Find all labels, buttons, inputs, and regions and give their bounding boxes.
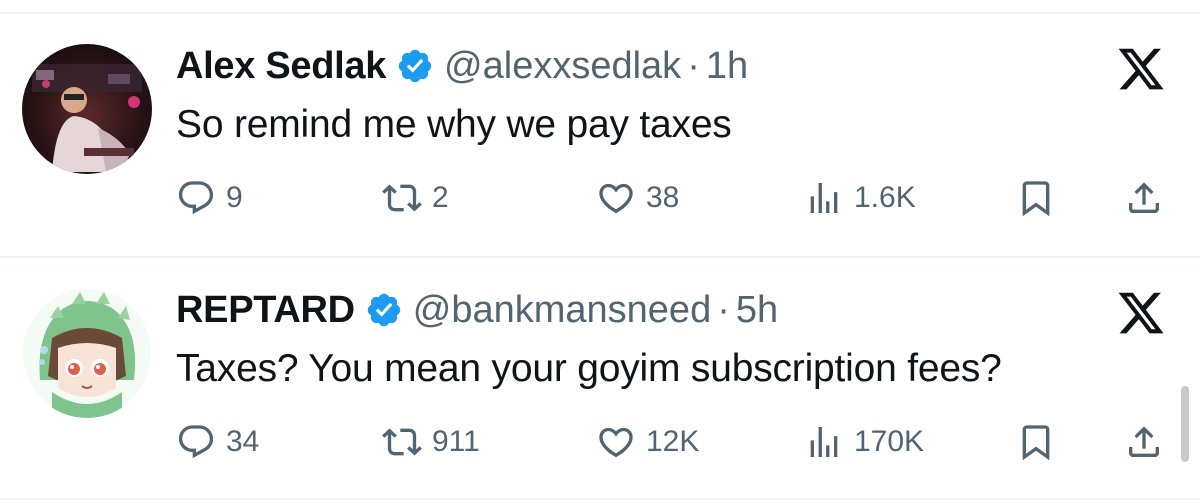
repost-icon	[382, 428, 422, 456]
tweet-actions: 9 2 38 1.6K	[176, 176, 1176, 220]
share-icon	[1129, 182, 1159, 213]
tweet-header: Alex Sedlak @alexxsedlak · 1h	[176, 44, 748, 88]
bookmark-button[interactable]	[1016, 176, 1056, 220]
reply-button[interactable]: 34	[176, 420, 259, 464]
view-count: 1.6K	[854, 181, 916, 214]
views-button[interactable]: 170K	[804, 420, 924, 464]
x-logo-icon	[1116, 288, 1166, 338]
display-name[interactable]: Alex Sedlak	[176, 44, 386, 88]
verified-badge-icon	[396, 47, 434, 85]
share-button[interactable]	[1124, 176, 1164, 220]
like-icon	[599, 427, 633, 458]
share-icon	[1129, 426, 1159, 457]
scrollbar-thumb[interactable]	[1181, 386, 1189, 462]
tweet-header: REPTARD @bankmansneed · 5h	[176, 288, 778, 332]
avatar[interactable]	[22, 44, 152, 174]
tweet-actions: 34 911 12K 170K	[176, 420, 1176, 464]
timestamp[interactable]: 1h	[706, 44, 748, 88]
repost-button[interactable]: 2	[382, 176, 449, 220]
bookmark-icon	[1022, 181, 1050, 217]
like-button[interactable]: 12K	[596, 420, 699, 464]
bookmark-button[interactable]	[1016, 420, 1056, 464]
views-icon	[810, 183, 838, 213]
like-count: 38	[646, 181, 680, 214]
views-button[interactable]: 1.6K	[804, 176, 916, 220]
bottom-divider	[0, 498, 1200, 500]
reply-count: 9	[226, 181, 243, 214]
like-count: 12K	[646, 425, 700, 458]
bookmark-icon	[1022, 425, 1050, 461]
view-count: 170K	[854, 425, 925, 458]
tweet-text: Taxes? You mean your goyim subscription …	[176, 347, 1002, 390]
like-icon	[599, 183, 633, 214]
tweet-text: So remind me why we pay taxes	[176, 103, 732, 146]
x-logo-icon	[1116, 44, 1166, 94]
tweet-card[interactable]: Alex Sedlak @alexxsedlak · 1h So remind …	[0, 14, 1200, 254]
views-icon	[810, 427, 838, 457]
display-name[interactable]: REPTARD	[176, 288, 355, 332]
share-button[interactable]	[1124, 420, 1164, 464]
separator-dot: ·	[687, 45, 700, 87]
repost-count: 2	[432, 181, 449, 214]
reply-icon	[178, 425, 214, 459]
tweet-card[interactable]: REPTARD @bankmansneed · 5h Taxes? You me…	[0, 258, 1200, 498]
repost-button[interactable]: 911	[382, 420, 480, 464]
reply-button[interactable]: 9	[176, 176, 243, 220]
avatar[interactable]	[22, 288, 152, 418]
user-handle[interactable]: @bankmansneed	[413, 288, 711, 332]
verified-badge-icon	[365, 291, 403, 329]
user-handle[interactable]: @alexxsedlak	[444, 44, 681, 88]
like-button[interactable]: 38	[596, 176, 679, 220]
repost-count: 911	[432, 425, 480, 458]
repost-icon	[382, 184, 422, 212]
reply-icon	[178, 181, 214, 215]
reply-count: 34	[226, 425, 260, 458]
separator-dot: ·	[717, 289, 730, 331]
timestamp[interactable]: 5h	[736, 288, 778, 332]
